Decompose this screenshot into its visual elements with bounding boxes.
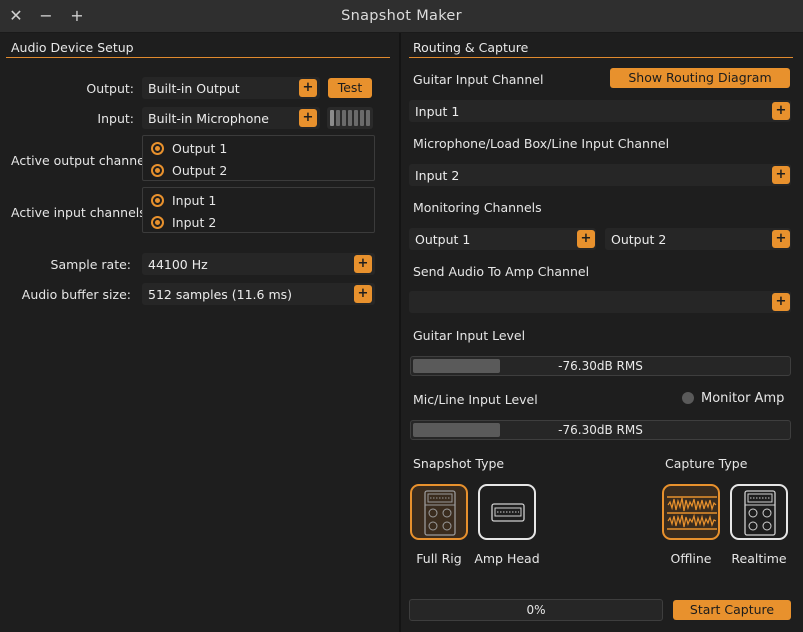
mic-level-value: -76.30dB RMS [558,423,643,437]
mic-level-label: Mic/Line Input Level [413,392,538,407]
mic-input-value: Input 2 [415,168,460,183]
audio-setup-divider [6,57,390,58]
output-label: Output: [86,81,134,96]
sample-rate-value: 44100 Hz [148,257,208,272]
mic-level-bar: -76.30dB RMS [410,420,791,440]
active-output-label: Active output channels: [11,153,160,168]
input-channel-1-label: Input 1 [172,192,217,208]
show-routing-diagram-button[interactable]: Show Routing Diagram [610,68,790,88]
buffer-size-label: Audio buffer size: [21,287,131,302]
buffer-size-value: 512 samples (11.6 ms) [148,287,293,302]
send-audio-label: Send Audio To Amp Channel [413,264,590,279]
input-label: Input: [97,111,134,126]
monitor-right-plus-icon[interactable]: + [772,230,790,248]
guitar-input-plus-icon[interactable]: + [772,102,790,120]
monitor-left-value: Output 1 [415,232,471,247]
test-button[interactable]: Test [328,78,372,98]
input-level-meter [327,107,373,129]
sample-rate-label: Sample rate: [50,257,131,272]
input-select-value: Built-in Microphone [148,111,269,126]
guitar-level-value: -76.30dB RMS [558,359,643,373]
guitar-level-bar: -76.30dB RMS [410,356,791,376]
output-channel-2-label: Output 2 [172,162,228,178]
active-input-label: Active input channels: [11,205,150,220]
output-channel-2-radio[interactable]: Output 2 [151,162,227,178]
offline-tile[interactable] [662,484,720,540]
monitor-left-select[interactable]: Output 1 + [409,228,596,250]
output-channel-1-label: Output 1 [172,140,228,156]
capture-type-label: Capture Type [665,456,748,471]
audio-setup-title: Audio Device Setup [11,40,134,55]
mic-input-label: Microphone/Load Box/Line Input Channel [413,136,670,151]
output-channel-1-radio[interactable]: Output 1 [151,140,227,156]
amp-cabinet-icon [424,490,456,536]
full-rig-tile[interactable] [410,484,468,540]
guitar-input-select[interactable]: Input 1 + [409,100,791,122]
routing-capture-panel: Routing & Capture Guitar Input Channel S… [399,33,803,632]
amp-cabinet-icon [744,490,776,536]
guitar-input-value: Input 1 [415,104,460,119]
monitor-right-value: Output 2 [611,232,667,247]
input-channel-2-radio[interactable]: Input 2 [151,214,216,230]
output-select-value: Built-in Output [148,81,240,96]
input-channels-group: Input 1 Input 2 [142,187,375,233]
capture-progress-bar: 0% [409,599,663,621]
start-capture-button[interactable]: Start Capture [673,600,791,620]
output-select[interactable]: Built-in Output + [142,77,320,99]
input-channel-2-label: Input 2 [172,214,217,230]
realtime-label: Realtime [731,551,787,566]
realtime-tile[interactable] [730,484,788,540]
guitar-level-label: Guitar Input Level [413,328,526,343]
output-channels-group: Output 1 Output 2 [142,135,375,181]
input-select[interactable]: Built-in Microphone + [142,107,320,129]
radio-checked-icon [151,193,164,207]
output-select-plus-icon[interactable]: + [299,79,317,97]
audio-device-setup-panel: Audio Device Setup Output: Built-in Outp… [0,33,397,632]
send-audio-plus-icon[interactable]: + [772,293,790,311]
routing-divider [409,57,793,58]
send-audio-select[interactable]: + [409,291,791,313]
waveform-icon [667,496,717,530]
monitoring-label: Monitoring Channels [413,200,542,215]
routing-title: Routing & Capture [413,40,529,55]
buffer-size-select[interactable]: 512 samples (11.6 ms) + [142,283,375,305]
amp-head-label: Amp Head [474,551,540,566]
buffer-size-plus-icon[interactable]: + [354,285,372,303]
radio-checked-icon [151,141,164,155]
mic-input-plus-icon[interactable]: + [772,166,790,184]
monitor-amp-toggle[interactable] [682,392,694,404]
guitar-input-label: Guitar Input Channel [413,72,544,87]
capture-progress-value: 0% [526,603,546,617]
input-select-plus-icon[interactable]: + [299,109,317,127]
title-bar: ✕ − + Snapshot Maker [0,0,803,33]
monitor-left-plus-icon[interactable]: + [577,230,595,248]
sample-rate-plus-icon[interactable]: + [354,255,372,273]
radio-checked-icon [151,163,164,177]
monitor-amp-label: Monitor Amp [701,391,785,406]
input-channel-1-radio[interactable]: Input 1 [151,192,216,208]
mic-input-select[interactable]: Input 2 + [409,164,791,186]
amp-head-icon [491,503,525,522]
amp-head-tile[interactable] [478,484,536,540]
sample-rate-select[interactable]: 44100 Hz + [142,253,375,275]
radio-checked-icon [151,215,164,229]
snapshot-type-label: Snapshot Type [413,456,505,471]
window-title: Snapshot Maker [341,8,462,24]
monitor-right-select[interactable]: Output 2 + [605,228,791,250]
